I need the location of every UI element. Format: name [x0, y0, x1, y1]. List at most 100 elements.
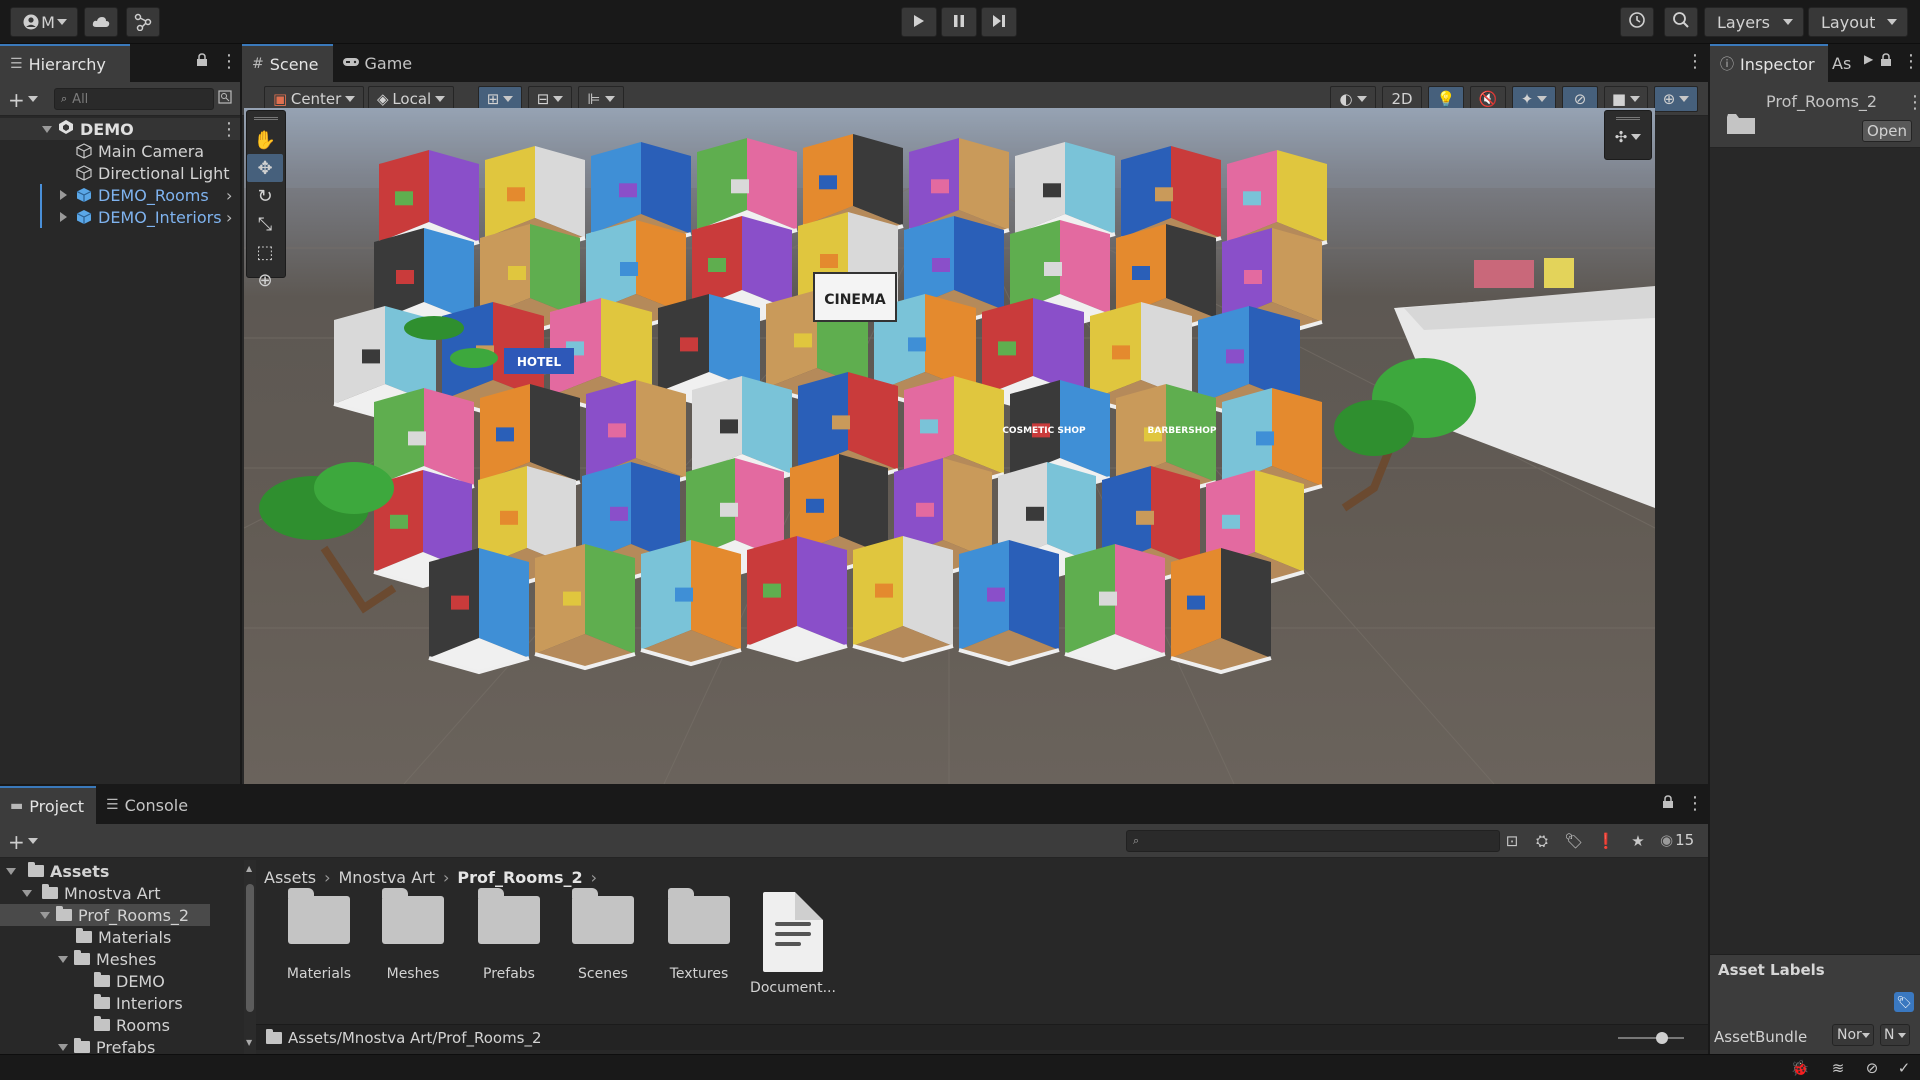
expand-arrow-icon[interactable] — [58, 955, 68, 963]
add-icon[interactable]: + — [8, 830, 25, 854]
bug-icon[interactable]: 🐞 — [1788, 1056, 1812, 1080]
more-options-icon[interactable]: ⋮ — [1902, 51, 1920, 72]
icon-size-slider[interactable] — [1618, 1032, 1684, 1044]
asset-folder-prefabs[interactable]: Prefabs — [464, 888, 554, 982]
hidden-packages-toggle[interactable]: ◉ 15 — [1660, 831, 1694, 849]
tree-item-mnostva-art[interactable]: Mnostva Art — [0, 882, 244, 904]
scene-viewport[interactable]: CINEMA HOTEL COSMETIC SHOP BARBERSHOP ✋ … — [244, 108, 1655, 784]
lock-icon[interactable] — [196, 53, 208, 71]
play-button[interactable] — [901, 7, 937, 37]
hand-tool-button[interactable]: ✋ — [247, 126, 283, 154]
hierarchy-search-input[interactable]: ⌕ All — [54, 88, 214, 110]
search-filter-icon[interactable] — [218, 90, 232, 108]
layers-dropdown[interactable]: Layers — [1704, 7, 1804, 37]
cloud-button[interactable] — [84, 7, 118, 37]
expand-arrow-icon[interactable] — [40, 911, 50, 919]
tree-item-prefabs[interactable]: Prefabs — [0, 1036, 244, 1054]
asset-folder-documentation[interactable]: Document... — [748, 892, 838, 996]
expand-arrow-icon[interactable] — [42, 125, 52, 133]
drag-handle[interactable] — [254, 117, 278, 120]
hierarchy-item-demo-rooms[interactable]: DEMO_Rooms › — [0, 184, 240, 206]
breadcrumb-assets[interactable]: Assets — [264, 868, 316, 887]
layout-dropdown[interactable]: Layout — [1808, 7, 1908, 37]
asset-folder-scenes[interactable]: Scenes — [558, 888, 648, 982]
filter-by-type-icon[interactable]: ⛭ — [1530, 829, 1554, 853]
filter-by-label-icon[interactable]: 🏷 — [1562, 829, 1586, 853]
tree-item-meshes[interactable]: Meshes — [0, 948, 244, 970]
expand-arrow-icon[interactable] — [58, 1043, 68, 1051]
expand-arrow-icon[interactable] — [6, 867, 16, 875]
chevron-down-icon[interactable] — [28, 838, 38, 844]
hierarchy-item-main-camera[interactable]: Main Camera — [0, 140, 240, 162]
tree-item-prof-rooms-2[interactable]: Prof_Rooms_2 — [0, 904, 210, 926]
undo-history-button[interactable] — [1620, 7, 1654, 37]
more-options-icon[interactable]: ⋮ — [220, 119, 238, 140]
expand-arrow-icon[interactable] — [22, 889, 32, 897]
rect-tool-button[interactable]: ⬚ — [247, 238, 283, 266]
log-types-icon[interactable]: ❗ — [1594, 829, 1618, 853]
hierarchy-item-demo-interiors[interactable]: DEMO_Interiors › — [0, 206, 240, 228]
asset-folder-meshes[interactable]: Meshes — [368, 888, 458, 982]
step-button[interactable] — [981, 7, 1017, 37]
assetbundle-dropdown[interactable]: Nor — [1832, 1024, 1874, 1046]
checkmark-icon[interactable]: ✓ — [1892, 1056, 1916, 1080]
scene-row[interactable]: DEMO ⋮ — [0, 118, 240, 140]
search-by-type-icon[interactable]: ⊡ — [1500, 829, 1524, 853]
open-button[interactable]: Open — [1862, 120, 1912, 142]
tree-scrollbar[interactable]: ▲ ▼ — [244, 860, 256, 1054]
gizmos-dropdown[interactable]: ⊕ — [1654, 86, 1698, 112]
more-options-icon[interactable]: ⋮ — [1906, 92, 1920, 113]
scene-view-options[interactable]: ✣ — [1604, 110, 1652, 160]
scroll-up-icon[interactable]: ▲ — [246, 864, 252, 873]
hierarchy-item-directional-light[interactable]: Directional Light — [0, 162, 240, 184]
tree-item-demo[interactable]: DEMO — [0, 970, 244, 992]
asset-folder-textures[interactable]: Textures — [654, 888, 744, 982]
tab-game[interactable]: Game — [333, 44, 427, 82]
lock-icon[interactable] — [1662, 795, 1674, 813]
lighting-bake-icon[interactable]: ⊘ — [1860, 1056, 1884, 1080]
slider-thumb[interactable] — [1656, 1032, 1668, 1044]
pause-button[interactable] — [941, 7, 977, 37]
rotate-tool-button[interactable]: ↻ — [247, 182, 283, 210]
expand-arrow-icon[interactable] — [60, 212, 67, 222]
cache-server-icon[interactable]: ≋ — [1826, 1056, 1850, 1080]
drag-handle[interactable] — [1616, 117, 1640, 120]
more-options-icon[interactable]: ⋮ — [220, 51, 238, 72]
expand-arrow-icon[interactable] — [60, 190, 67, 200]
favorites-star-icon[interactable]: ★ — [1626, 829, 1650, 853]
tree-item-materials[interactable]: Materials — [0, 926, 244, 948]
scale-tool-button[interactable]: ⤡ — [247, 210, 283, 238]
tree-item-interiors[interactable]: Interiors — [0, 992, 244, 1014]
tab-asset-store[interactable]: As — [1828, 44, 1864, 82]
scrollbar-thumb[interactable] — [246, 884, 254, 1012]
scroll-down-icon[interactable]: ▼ — [246, 1038, 252, 1047]
account-dropdown[interactable]: M — [10, 7, 78, 37]
breadcrumb-mnostva-art[interactable]: Mnostva Art — [338, 868, 435, 887]
tree-item-rooms[interactable]: Rooms — [0, 1014, 244, 1036]
transform-tool-button[interactable]: ⊕ — [247, 266, 283, 294]
tab-console[interactable]: ☰ Console — [96, 786, 202, 824]
more-options-icon[interactable]: ⋮ — [1686, 51, 1704, 72]
tab-scroll-right-icon[interactable]: ▶ — [1864, 52, 1873, 66]
project-search-input[interactable]: ⌕ — [1126, 830, 1500, 852]
more-options-icon[interactable]: ⋮ — [1686, 793, 1704, 814]
tab-inspector[interactable]: ⓘ Inspector — [1710, 44, 1828, 82]
lock-icon[interactable] — [1880, 53, 1892, 71]
orientation-gizmo[interactable]: ✣ — [1605, 128, 1651, 146]
chevron-right-icon[interactable]: › — [226, 208, 232, 227]
tab-scene[interactable]: # Scene — [242, 44, 333, 82]
tab-hierarchy[interactable]: ☰ Hierarchy — [0, 44, 130, 82]
tag-icon[interactable]: 🏷 — [1894, 992, 1914, 1012]
assetbundle-variant-dropdown[interactable]: N — [1880, 1024, 1910, 1046]
version-control-button[interactable] — [126, 7, 160, 37]
asset-folder-materials[interactable]: Materials — [274, 888, 364, 982]
chevron-down-icon[interactable] — [28, 96, 38, 102]
move-tool-button[interactable]: ✥ — [247, 154, 283, 182]
tab-project[interactable]: ▬ Project — [0, 786, 96, 824]
tree-item-assets[interactable]: Assets — [0, 860, 244, 882]
add-icon[interactable]: + — [8, 88, 25, 112]
chevron-right-icon[interactable]: › — [226, 186, 232, 205]
breadcrumb-prof-rooms-2[interactable]: Prof_Rooms_2 — [457, 868, 582, 887]
pivot-icon: ▣ — [273, 90, 288, 108]
search-button[interactable] — [1664, 7, 1698, 37]
